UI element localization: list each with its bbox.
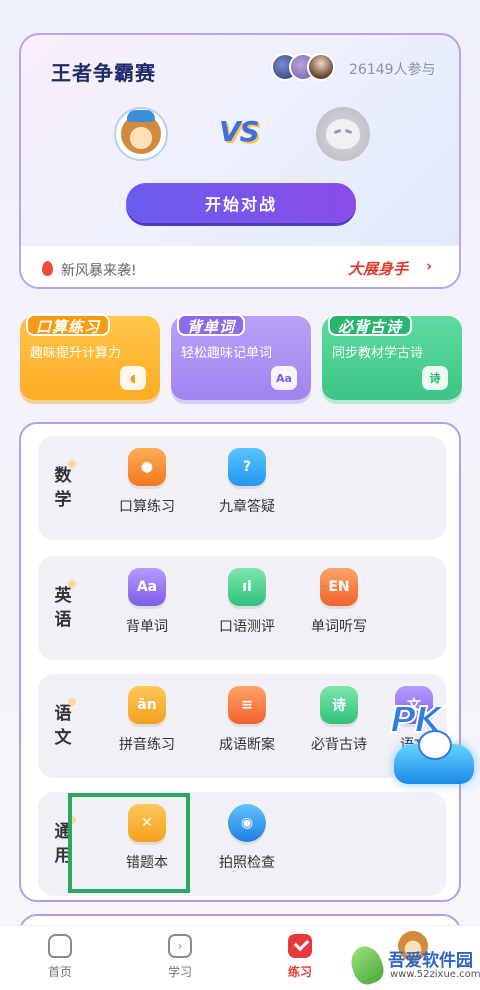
race-car-icon — [394, 730, 474, 784]
flame-icon — [42, 261, 53, 276]
subject-row-chinese: 语文 ān 拼音练习 ≡ 成语断案 诗 必背古诗 文 语文 — [38, 674, 446, 778]
leaf-logo-icon — [346, 942, 388, 988]
subject-label: 通用 — [52, 816, 76, 868]
subject-label: 数学 — [52, 460, 76, 512]
practice-check-icon — [288, 934, 312, 958]
item-vocabulary[interactable]: Aa 背单词 — [102, 568, 192, 636]
home-icon — [48, 934, 72, 958]
quick-card-title: 必背古诗 — [328, 314, 413, 336]
item-label: 成语断案 — [219, 737, 275, 753]
quick-card-subtitle: 同步教材学古诗 — [332, 346, 424, 361]
item-label: 必背古诗 — [311, 737, 367, 753]
quick-card-poems[interactable]: 必背古诗 同步教材学古诗 诗 — [322, 314, 462, 400]
item-idiom[interactable]: ≡ 成语断案 — [202, 686, 292, 754]
participant-avatars — [271, 53, 337, 81]
subject-row-general: 通用 ✕ 错题本 ◉ 拍照检查 — [38, 792, 446, 896]
quick-card-title: 口算练习 — [26, 314, 111, 336]
news-text: 新风暴来袭! — [61, 263, 137, 279]
watermark-url: www.52zixue.com — [390, 969, 480, 980]
subject-label: 语文 — [52, 698, 76, 750]
item-label: 拼音练习 — [119, 737, 175, 753]
show-skill-link[interactable]: 大展身手 — [348, 258, 408, 279]
word-card-icon: Aa — [128, 568, 166, 606]
nav-label: 学习 — [167, 965, 192, 979]
subject-row-math: 数学 ● 口算练习 ? 九章答疑 — [38, 436, 446, 540]
subject-label: 英语 — [52, 580, 76, 632]
en-icon: EN — [320, 568, 358, 606]
item-poems[interactable]: 诗 必背古诗 — [294, 686, 384, 754]
play-icon: › — [168, 934, 192, 958]
vs-label: VS — [219, 115, 260, 148]
nav-study[interactable]: › 学习 — [140, 934, 220, 980]
poem-icon: 诗 — [320, 686, 358, 724]
nav-label: 练习 — [287, 965, 312, 979]
item-label: 错题本 — [126, 855, 168, 871]
nav-label: 首页 — [47, 965, 72, 979]
item-label: 背单词 — [126, 619, 168, 635]
idiom-icon: ≡ — [228, 686, 266, 724]
chevron-right-icon: › — [426, 257, 433, 275]
quick-card-mental-math[interactable]: 口算练习 趣味提升计算力 ◖ — [20, 314, 160, 400]
battle-footer[interactable]: 新风暴来袭! 大展身手 › — [21, 245, 459, 287]
item-label: 单词听写 — [311, 619, 367, 635]
subjects-panel: 数学 ● 口算练习 ? 九章答疑 英语 Aa 背单词 ıl 口语测评 EN 单词… — [19, 422, 461, 902]
nav-practice[interactable]: 练习 — [260, 934, 340, 980]
item-label: 口语测评 — [219, 619, 275, 635]
player-avatar-opponent — [316, 107, 370, 161]
pinyin-icon: ān — [128, 686, 166, 724]
player-avatar-self — [114, 107, 168, 161]
quick-card-title: 背单词 — [177, 314, 246, 336]
calc-icon: ● — [128, 448, 166, 486]
subject-row-english: 英语 Aa 背单词 ıl 口语测评 EN 单词听写 — [38, 556, 446, 660]
item-dictation[interactable]: EN 单词听写 — [294, 568, 384, 636]
camera-icon: ◉ — [228, 804, 266, 842]
voice-icon: ıl — [228, 568, 266, 606]
poem-scroll-icon: 诗 — [422, 366, 448, 390]
item-label: 拍照检查 — [219, 855, 275, 871]
item-label: 口算练习 — [119, 499, 175, 515]
item-pinyin[interactable]: ān 拼音练习 — [102, 686, 192, 754]
item-wrong-book[interactable]: ✕ 错题本 — [102, 804, 192, 872]
item-label: 九章答疑 — [219, 499, 275, 515]
site-watermark: 吾爱软件园 www.52zixue.com — [346, 940, 480, 990]
battle-card: 王者争霸赛 26149人参与 VS 开始对战 新风暴来袭! 大展身手 › — [19, 33, 461, 289]
quick-card-subtitle: 趣味提升计算力 — [30, 346, 122, 361]
item-speaking[interactable]: ıl 口语测评 — [202, 568, 292, 636]
item-photo-check[interactable]: ◉ 拍照检查 — [202, 804, 292, 872]
item-qa[interactable]: ? 九章答疑 — [202, 448, 292, 516]
participant-count: 26149人参与 — [349, 62, 436, 78]
avatar — [307, 53, 335, 81]
monkey-avatar-icon — [121, 110, 161, 154]
pk-float-button[interactable]: PK — [388, 699, 480, 796]
watermark-title: 吾爱软件园 — [388, 951, 473, 971]
quick-card-subtitle: 轻松趣味记单词 — [181, 346, 273, 361]
start-battle-button[interactable]: 开始对战 — [126, 183, 356, 223]
unknown-opponent-icon — [326, 119, 360, 149]
word-card-icon: Aa — [271, 366, 297, 390]
question-icon: ? — [228, 448, 266, 486]
nav-home[interactable]: 首页 — [20, 934, 100, 980]
battle-title: 王者争霸赛 — [51, 61, 156, 85]
quick-card-vocabulary[interactable]: 背单词 轻松趣味记单词 Aa — [171, 314, 311, 400]
item-mental-math[interactable]: ● 口算练习 — [102, 448, 192, 516]
chat-bubble-icon: ◖ — [120, 366, 146, 390]
wrong-book-icon: ✕ — [128, 804, 166, 842]
